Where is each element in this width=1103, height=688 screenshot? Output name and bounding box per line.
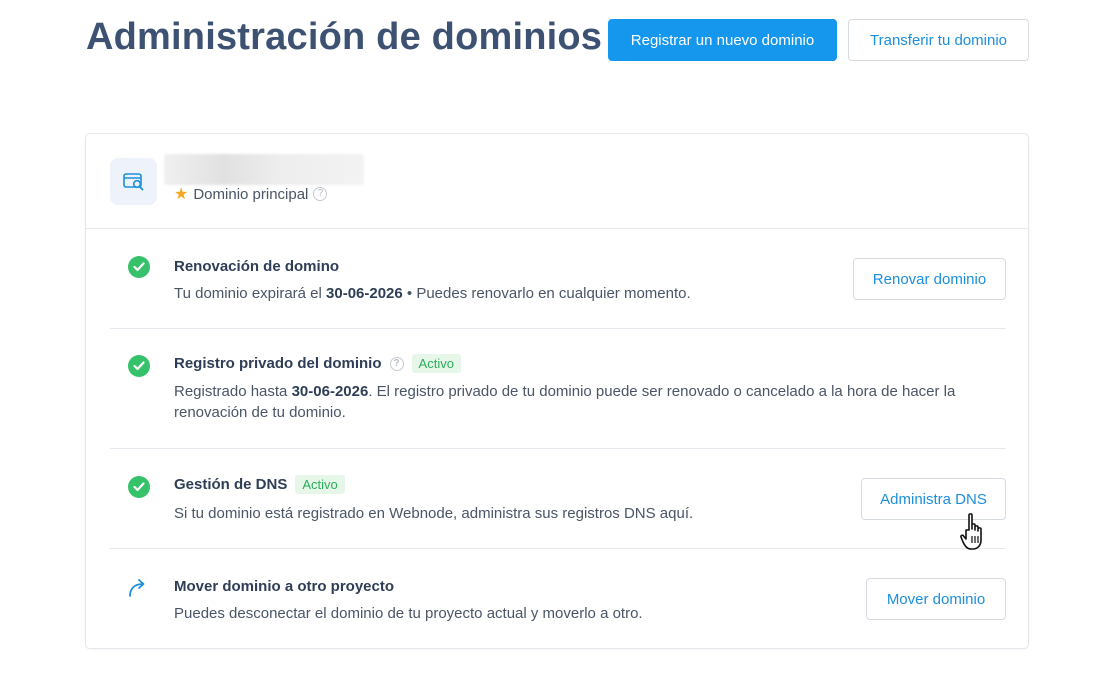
status-badge: Activo (295, 475, 345, 494)
check-circle-icon (128, 476, 150, 498)
private-desc-prefix: Registrado hasta (174, 383, 292, 400)
help-icon[interactable]: ? (389, 356, 404, 371)
domain-card: ★ Dominio principal ? Renovación de domi… (85, 133, 1029, 649)
renew-domain-button[interactable]: Renovar dominio (853, 258, 1006, 300)
status-badge: Activo (411, 354, 461, 373)
renewal-desc-prefix: Tu dominio expirará el (174, 285, 327, 302)
private-registration-title: Registro privado del dominio ? Activo (174, 354, 461, 373)
domain-search-icon (110, 158, 157, 205)
renewal-title-text: Renovación de domino (174, 258, 340, 275)
move-domain-title-text: Mover dominio a otro proyecto (174, 578, 395, 595)
domain-management-page: Administración de dominios Registrar un … (0, 0, 1103, 688)
renewal-expiry-date: 30-06-2026 (326, 285, 403, 302)
domain-card-header: ★ Dominio principal ? (86, 134, 1028, 229)
domain-name-redacted (164, 154, 364, 185)
register-domain-button[interactable]: Registrar un nuevo dominio (608, 19, 837, 61)
move-domain-title: Mover dominio a otro proyecto (174, 578, 394, 595)
private-registration-title-text: Registro privado del dominio (174, 355, 382, 372)
transfer-domain-button[interactable]: Transferir tu dominio (848, 19, 1029, 61)
dns-title-text: Gestión de DNS (174, 476, 288, 493)
renewal-row: Renovación de domino Tu dominio expirará… (110, 229, 1006, 329)
primary-domain-text: Dominio principal (193, 185, 309, 203)
help-icon[interactable]: ? (313, 187, 328, 201)
page-title: Administración de dominios (86, 16, 603, 58)
renewal-title: Renovación de domino (174, 258, 339, 275)
renewal-description: Tu dominio expirará el 30-06-2026 • Pued… (174, 283, 691, 304)
move-domain-description: Puedes desconectar el dominio de tu proy… (174, 605, 643, 622)
share-arrow-icon (129, 579, 145, 597)
dns-description: Si tu dominio está registrado en Webnode… (174, 505, 694, 522)
move-domain-button[interactable]: Mover dominio (866, 578, 1006, 620)
move-domain-row: Mover dominio a otro proyecto Puedes des… (110, 549, 1006, 649)
renewal-desc-suffix: • Puedes renovarlo en cualquier momento. (402, 285, 691, 302)
dns-row: Gestión de DNS Activo Si tu dominio está… (110, 449, 1006, 549)
star-icon: ★ (174, 186, 189, 203)
check-circle-icon (128, 256, 150, 278)
hand-cursor-icon (960, 513, 982, 550)
check-circle-icon (128, 355, 150, 377)
dns-title: Gestión de DNS Activo (174, 475, 345, 494)
primary-domain-label: ★ Dominio principal ? (174, 184, 328, 204)
private-expiry-date: 30-06-2026 (291, 383, 369, 400)
private-registration-description: Registrado hasta 30-06-2026. El registro… (174, 381, 984, 423)
private-registration-row: Registro privado del dominio ? Activo Re… (110, 329, 1006, 449)
